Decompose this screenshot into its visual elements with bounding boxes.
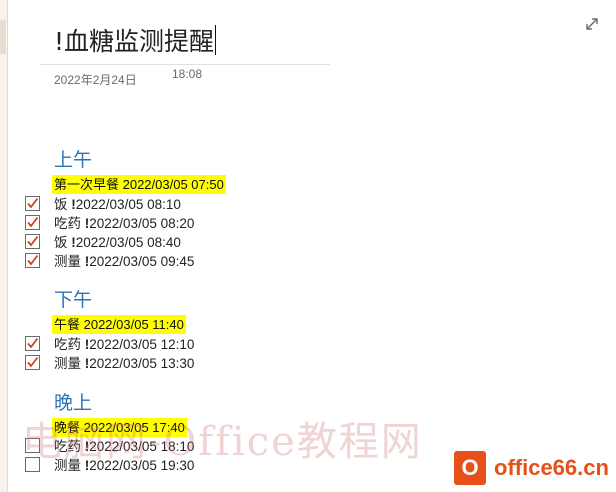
todo-label: 测量	[54, 356, 85, 371]
section-heading-afternoon: 下午	[54, 289, 93, 311]
meal-highlight-afternoon: 午餐 2022/03/05 11:40	[52, 315, 186, 334]
todo-text: 吃药 !2022/03/05 08:20	[54, 212, 194, 232]
todo-item[interactable]: 测量 !2022/03/05 09:45	[25, 250, 194, 270]
page-tab-marker[interactable]	[0, 20, 6, 54]
checkbox-checked-icon[interactable]	[25, 214, 40, 230]
section-heading-evening: 晚上	[54, 392, 93, 414]
todo-item[interactable]: 饭 !2022/03/05 08:10	[25, 193, 181, 213]
todo-item[interactable]: 测量 !2022/03/05 13:30	[25, 352, 194, 372]
watermark-text: 电脑网-Office教程网	[22, 419, 423, 465]
office-logo: O office66.cn	[454, 447, 614, 489]
checkbox-checked-icon[interactable]	[25, 354, 40, 370]
todo-text: 吃药 !2022/03/05 12:10	[54, 333, 194, 353]
office-logo-icon: O	[454, 451, 486, 485]
checkbox-checked-icon[interactable]	[25, 335, 40, 351]
todo-text: 饭 !2022/03/05 08:40	[54, 231, 181, 251]
todo-item[interactable]: 吃药 !2022/03/05 08:20	[25, 212, 194, 232]
checkbox-checked-icon[interactable]	[25, 233, 40, 249]
meal-highlight-morning: 第一次早餐 2022/03/05 07:50	[52, 175, 226, 194]
todo-time: 2022/03/05 08:10	[75, 197, 181, 212]
note-date: 2022年2月24日	[54, 73, 137, 87]
checkbox-checked-icon[interactable]	[25, 252, 40, 268]
todo-text: 饭 !2022/03/05 08:10	[54, 193, 181, 213]
todo-item[interactable]: 吃药 !2022/03/05 12:10	[25, 333, 194, 353]
todo-label: 饭	[54, 235, 72, 250]
todo-time: 2022/03/05 12:10	[89, 337, 195, 352]
todo-item[interactable]: 饭 !2022/03/05 08:40	[25, 231, 181, 251]
expand-diagonal-icon[interactable]	[584, 16, 600, 32]
title-underline	[40, 64, 330, 65]
note-time: 18:08	[172, 67, 203, 81]
todo-text: 测量 !2022/03/05 09:45	[54, 250, 194, 270]
todo-time: 2022/03/05 08:20	[89, 216, 195, 231]
todo-label: 吃药	[54, 216, 85, 231]
section-heading-morning: 上午	[54, 149, 93, 171]
todo-time: 2022/03/05 13:30	[89, 356, 195, 371]
page-title-field[interactable]: !血糖监测提醒	[54, 24, 217, 60]
checkbox-checked-icon[interactable]	[25, 195, 40, 211]
text-cursor	[215, 25, 217, 55]
office-logo-text: office66.cn	[492, 455, 611, 481]
todo-time: 2022/03/05 09:45	[89, 254, 195, 269]
todo-label: 测量	[54, 254, 85, 269]
todo-text: 测量 !2022/03/05 13:30	[54, 352, 194, 372]
todo-label: 饭	[54, 197, 72, 212]
notebook-left-edge	[0, 0, 8, 492]
page-title-text: !血糖监测提醒	[54, 27, 215, 56]
todo-label: 吃药	[54, 337, 85, 352]
todo-time: 2022/03/05 08:40	[75, 235, 181, 250]
